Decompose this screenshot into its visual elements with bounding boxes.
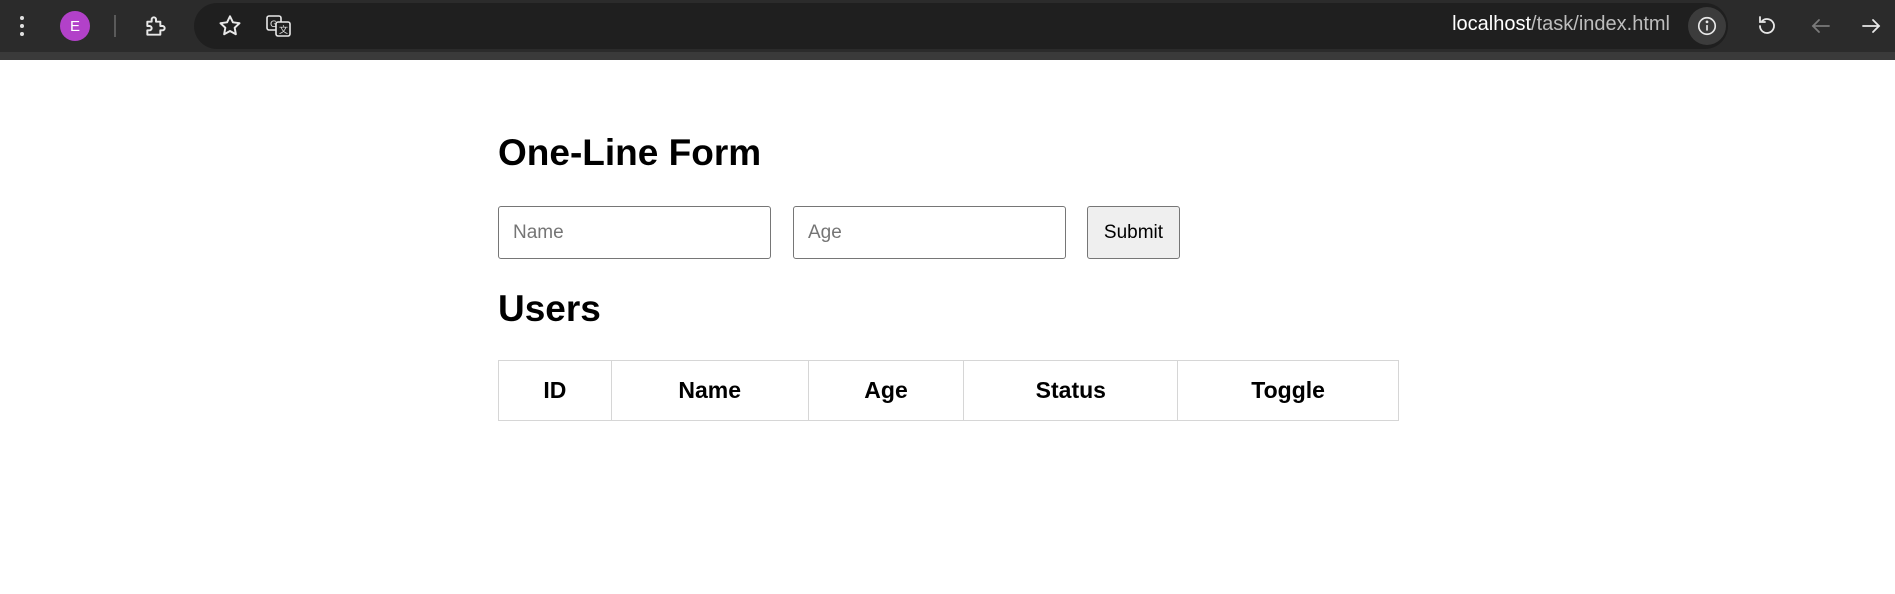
users-heading: Users (498, 288, 601, 329)
url-path: /task/index.html (1531, 13, 1670, 35)
users-table: ID Name Age Status Toggle (498, 360, 1399, 421)
site-info-icon[interactable] (1688, 7, 1726, 45)
table-header-row: ID Name Age Status Toggle (498, 360, 1399, 421)
forward-arrow-icon[interactable] (1856, 11, 1886, 41)
svg-text:文: 文 (279, 24, 288, 36)
column-header-name: Name (610, 360, 809, 421)
reload-icon[interactable] (1752, 11, 1782, 41)
url-text[interactable]: localhost/task/index.html (1452, 13, 1670, 36)
browser-toolbar: E G 文 localhost/task/index.html (0, 0, 1895, 60)
toolbar-bottom-strip (0, 52, 1895, 60)
url-host: localhost (1452, 13, 1532, 35)
extensions-icon[interactable] (142, 12, 170, 40)
submit-button[interactable]: Submit (1087, 206, 1180, 259)
column-header-id: ID (498, 360, 612, 421)
profile-avatar[interactable]: E (60, 11, 90, 41)
avatar-letter: E (69, 17, 80, 35)
svg-text:G: G (270, 20, 277, 30)
toolbar-divider (114, 15, 116, 37)
bookmark-star-icon[interactable] (216, 12, 244, 40)
name-input[interactable] (498, 206, 771, 259)
translate-icon[interactable]: G 文 (264, 12, 294, 40)
one-line-form: Submit (498, 206, 1398, 260)
column-header-age: Age (807, 360, 965, 421)
back-arrow-icon[interactable] (1806, 11, 1836, 41)
menu-icon[interactable] (12, 10, 32, 42)
column-header-status: Status (963, 360, 1179, 421)
age-input[interactable] (793, 206, 1066, 259)
form-heading: One-Line Form (498, 132, 762, 173)
column-header-toggle: Toggle (1177, 360, 1399, 421)
